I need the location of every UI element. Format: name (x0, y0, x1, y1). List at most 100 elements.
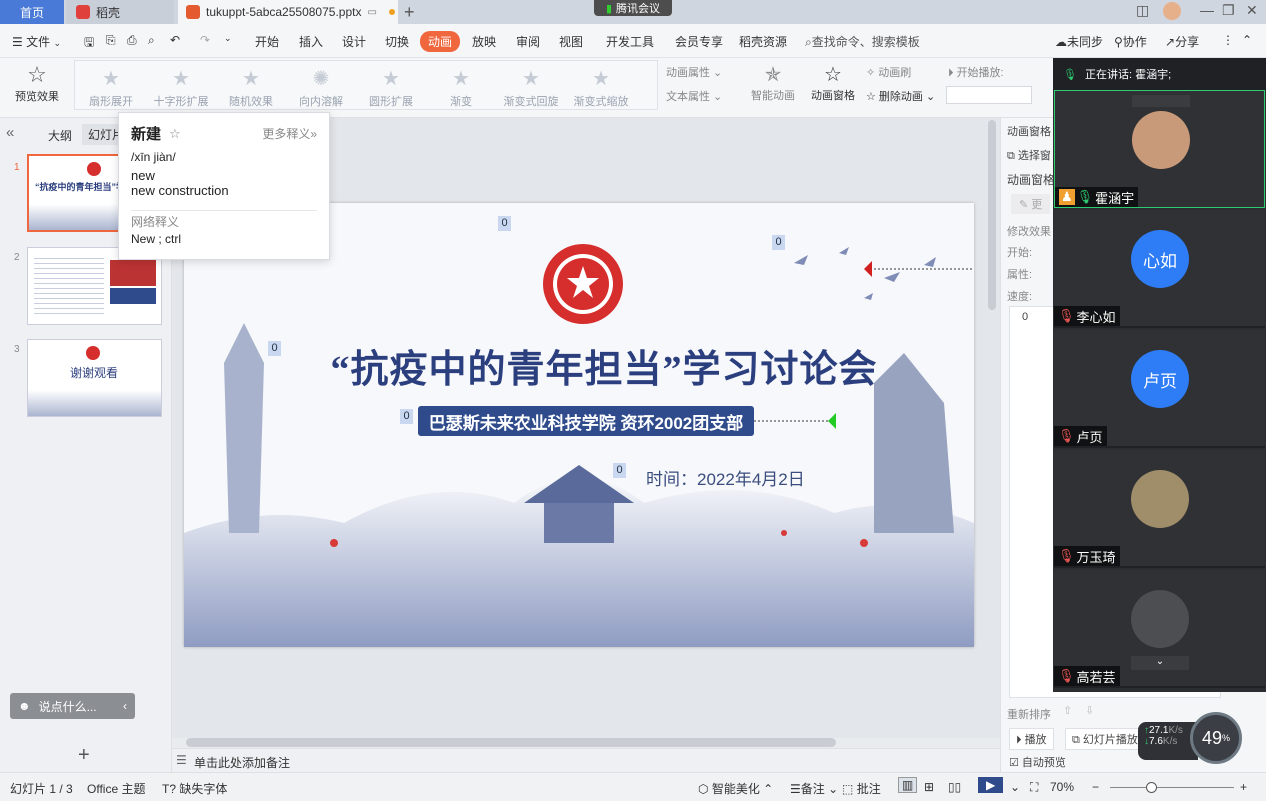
normal-view-icon[interactable]: ▥ (898, 777, 918, 793)
print-icon[interactable]: ⎙ (127, 33, 137, 48)
menu-insert[interactable]: 插入 (299, 33, 323, 50)
tab-docer[interactable]: 稻壳 (66, 0, 174, 24)
effect-circle[interactable]: ★ 圆形扩展 (359, 65, 423, 115)
animation-marker[interactable]: 0 (400, 409, 413, 424)
effect-fan[interactable]: ★ 扇形展开 (79, 65, 143, 115)
notes-toggle[interactable]: ☰备注 ⌄ (790, 780, 838, 797)
menu-design[interactable]: 设计 (342, 33, 366, 50)
share-button[interactable]: ↗分享 (1165, 33, 1199, 50)
vertical-scrollbar[interactable] (988, 120, 996, 310)
missing-font-button[interactable]: T? 缺失字体 (162, 780, 227, 797)
animation-marker[interactable]: 0 (498, 216, 511, 231)
menu-view[interactable]: 视图 (559, 33, 583, 50)
menu-review[interactable]: 审阅 (516, 33, 540, 50)
add-slide-button[interactable]: + (78, 744, 90, 767)
participant-tile[interactable]: 卢页 🎙 卢页 (1054, 330, 1265, 448)
select-pane-button[interactable]: ⧉ 选择窗 (1007, 147, 1051, 163)
menu-start[interactable]: 开始 (255, 33, 279, 50)
menu-slideshow[interactable]: 放映 (472, 33, 496, 50)
slideshow-play-button[interactable]: ⧉ 幻灯片播放 (1065, 728, 1145, 750)
tab-document[interactable]: tukuppt-5abca25508075.pptx ▭ (178, 0, 398, 24)
zoom-out-icon[interactable]: − (1092, 780, 1099, 794)
slide-time[interactable]: 时间：2022年4月2日 (646, 465, 805, 490)
play-button[interactable]: ⏵ 播放 (1009, 728, 1054, 750)
menu-docer-resource[interactable]: 稻壳资源 (739, 33, 787, 50)
animation-marker[interactable]: 0 (772, 235, 785, 250)
effect-dissolve[interactable]: ✺ 向内溶解 (289, 65, 353, 115)
effect-fade-swivel[interactable]: ★ 渐变式回旋 (499, 65, 563, 115)
collab-button[interactable]: ⚲协作 (1114, 33, 1147, 50)
participant-tile[interactable]: ♟ 🎙 霍涵宇 (1054, 90, 1265, 208)
scroll-up-button[interactable] (1132, 95, 1190, 107)
preview-effect-button[interactable]: ☆ 预览效果 (6, 62, 68, 104)
slide-sorter-icon[interactable]: ⊞ (924, 780, 934, 794)
notes-bar[interactable]: ☰ 单击此处添加备注 (172, 748, 1000, 772)
move-up-icon[interactable]: ⇧ (1063, 704, 1072, 717)
move-down-icon[interactable]: ⇩ (1085, 704, 1094, 717)
fit-window-icon[interactable]: ⛶ (1030, 780, 1038, 795)
start-play-select[interactable] (946, 86, 1032, 104)
zoom-slider-thumb[interactable] (1146, 782, 1157, 793)
sync-status[interactable]: ☁未同步 (1055, 33, 1103, 50)
cpu-gauge[interactable]: 49% (1190, 712, 1242, 764)
file-menu[interactable]: ☰ 文件 ⌄ (12, 33, 61, 50)
menu-developer[interactable]: 开发工具 (606, 33, 654, 50)
reading-view-icon[interactable]: ▯▯ (948, 780, 961, 794)
menu-transition[interactable]: 切换 (385, 33, 409, 50)
theme-label[interactable]: Office 主题 (87, 780, 145, 797)
play-slideshow-icon[interactable]: ▶ (978, 777, 1004, 793)
preview-icon[interactable]: ⌕ (148, 33, 155, 48)
slideshow-options-icon[interactable]: ⌄ (1010, 780, 1020, 794)
participant-tile[interactable]: ⌄ 🎙 高若芸 (1054, 570, 1265, 688)
zoom-in-icon[interactable]: + (1240, 780, 1247, 794)
new-tab-button[interactable]: + (404, 0, 415, 24)
effect-cross[interactable]: ★ 十字形扩展 (149, 65, 213, 115)
change-button[interactable]: ✎ 更 (1011, 194, 1051, 214)
text-property-button[interactable]: 文本属性 ⌄ (666, 88, 722, 104)
export-icon[interactable]: ⎘ (106, 33, 116, 48)
more-icon[interactable]: ⋮ (1222, 33, 1234, 47)
scroll-down-button[interactable]: ⌄ (1131, 656, 1189, 670)
menu-animation[interactable]: 动画 (420, 31, 461, 52)
auto-preview-checkbox[interactable]: ☑ 自动预览 (1009, 754, 1066, 770)
search-command[interactable]: ⌕查找命令、搜索模板 (805, 33, 920, 50)
close-icon[interactable]: ✕ (1246, 2, 1258, 19)
redo-icon[interactable]: ↷ (200, 33, 210, 47)
layout-icon[interactable]: ◫ (1136, 2, 1149, 19)
outline-tab[interactable]: 大纲 (48, 127, 72, 144)
smart-beautify-button[interactable]: ⬡ 智能美化 ⌃ (698, 780, 773, 797)
collapse-ribbon-icon[interactable]: ⌃ (1242, 33, 1252, 47)
comment-toggle[interactable]: ⬚ 批注 (842, 780, 881, 797)
animation-pane-button[interactable]: ☆ 动画窗格 (808, 62, 858, 103)
collapse-pane-icon[interactable]: « (6, 124, 14, 141)
animation-marker[interactable]: 0 (613, 463, 626, 478)
effect-random[interactable]: ★ 随机效果 (219, 65, 283, 115)
save-icon[interactable]: 🖫 (84, 33, 94, 54)
undo-icon[interactable]: ↶ (170, 33, 180, 47)
effect-fade[interactable]: ★ 渐变 (429, 65, 493, 115)
chat-input[interactable]: ☻ 说点什么... ‹ (10, 693, 135, 719)
animation-marker[interactable]: 0 (268, 341, 281, 356)
menu-member[interactable]: 会员专享 (675, 33, 723, 50)
animation-brush-button[interactable]: ✧ 动画刷 (866, 64, 911, 80)
anim-property-button[interactable]: 动画属性 ⌄ (666, 64, 722, 80)
minimize-icon[interactable]: — (1200, 2, 1214, 18)
slide-thumbnail-3[interactable]: 谢谢观看 (27, 339, 162, 417)
delete-animation-button[interactable]: ☆ 删除动画 ⌄ (866, 88, 935, 104)
slide[interactable]: “抗疫中的青年担当”学习讨论会 巴瑟斯未来农业科技学院 资环2002团支部 时间… (184, 203, 974, 647)
restore-icon[interactable]: ❐ (1222, 2, 1235, 19)
user-avatar[interactable] (1163, 2, 1181, 20)
slide-title[interactable]: “抗疫中的青年担当”学习讨论会 (304, 338, 904, 393)
zoom-slider[interactable] (1110, 787, 1234, 788)
more-meanings-link[interactable]: 更多释义» (262, 125, 317, 142)
participant-tile[interactable]: 心如 🎙 李心如 (1054, 210, 1265, 328)
participant-tile[interactable]: 🎙 万玉琦 (1054, 450, 1265, 568)
horizontal-scrollbar[interactable] (186, 738, 836, 747)
effect-fade-zoom[interactable]: ★ 渐变式缩放 (569, 65, 633, 115)
screen-icon[interactable]: ▭ (367, 7, 376, 18)
smart-animation-button[interactable]: ✯ 智能动画 (746, 62, 800, 103)
zoom-level[interactable]: 70% (1050, 780, 1074, 794)
star-outline-icon[interactable]: ☆ (169, 126, 181, 142)
meeting-badge[interactable]: ▮ 腾讯会议 (594, 0, 672, 16)
tab-home[interactable]: 首页 (0, 0, 64, 24)
